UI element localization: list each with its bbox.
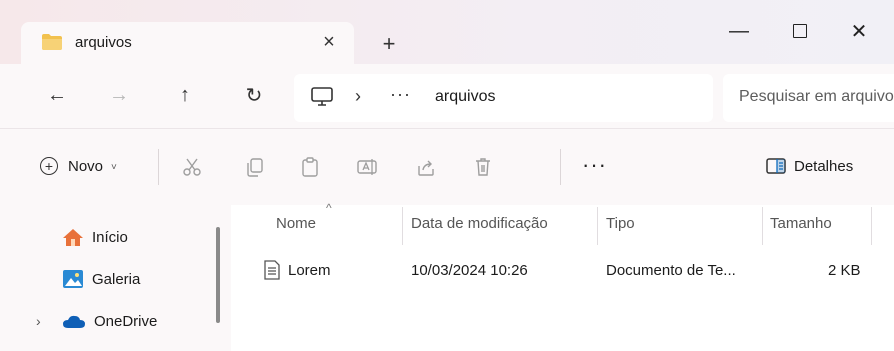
- maximize-button[interactable]: [777, 14, 823, 48]
- rename-button[interactable]: [355, 155, 379, 179]
- cut-button[interactable]: [180, 155, 204, 179]
- refresh-button[interactable]: ↻: [237, 78, 271, 112]
- details-pane-icon: [766, 158, 786, 174]
- share-button[interactable]: [414, 155, 438, 179]
- breadcrumb-current-folder[interactable]: arquivos: [435, 88, 495, 106]
- column-header-size[interactable]: Tamanho: [770, 215, 832, 232]
- scissors-icon: [183, 158, 201, 176]
- column-header-date-modified[interactable]: Data de modificação: [411, 215, 548, 232]
- tab-close-button[interactable]: ×: [315, 28, 343, 56]
- up-button[interactable]: ↑: [168, 78, 202, 112]
- details-pane-button[interactable]: Detalhes: [766, 157, 853, 175]
- maximize-icon: [793, 24, 807, 38]
- toolbar-divider: [158, 149, 159, 185]
- sidebar-item-label: OneDrive: [94, 313, 158, 330]
- onedrive-icon: [63, 315, 85, 328]
- share-icon: [418, 160, 434, 176]
- file-name: Lorem: [288, 262, 331, 279]
- computer-icon: [310, 86, 334, 108]
- column-divider[interactable]: [402, 207, 403, 245]
- copy-button[interactable]: [243, 155, 267, 179]
- details-label: Detalhes: [794, 157, 854, 175]
- address-bar[interactable]: › ··· arquivos: [294, 74, 713, 122]
- gallery-icon: [63, 270, 83, 288]
- navigation-pane-scrollbar[interactable]: [216, 227, 220, 323]
- column-divider[interactable]: [597, 207, 598, 245]
- sort-ascending-icon: ^: [326, 201, 332, 215]
- toolbar-divider: [560, 149, 561, 185]
- home-icon: [63, 229, 83, 246]
- paste-button[interactable]: [298, 155, 322, 179]
- file-row[interactable]: Lorem 10/03/2024 10:26 Documento de Te..…: [258, 257, 878, 283]
- sidebar-item-label: Galeria: [92, 270, 141, 288]
- search-placeholder: Pesquisar em arquivos: [739, 88, 894, 105]
- breadcrumb-overflow-button[interactable]: ···: [390, 84, 411, 105]
- navigation-pane: Início Galeria › OneDrive: [0, 205, 231, 351]
- new-tab-button[interactable]: +: [375, 30, 403, 58]
- column-divider[interactable]: [871, 207, 872, 245]
- sidebar-item-onedrive[interactable]: › OneDrive: [36, 313, 158, 330]
- breadcrumb-separator[interactable]: ›: [355, 86, 361, 107]
- command-toolbar: + Novo ˅ ··· Detalhes: [0, 128, 894, 206]
- text-document-icon: [264, 260, 280, 285]
- file-type: Documento de Te...: [606, 262, 736, 279]
- clipboard-icon: [302, 157, 318, 177]
- sidebar-item-inicio[interactable]: Início: [62, 227, 128, 247]
- column-header-type[interactable]: Tipo: [606, 215, 635, 232]
- new-button[interactable]: + Novo ˅: [40, 157, 117, 175]
- tab-title: arquivos: [75, 34, 132, 51]
- close-window-button[interactable]: ✕: [836, 14, 882, 48]
- file-date-modified: 10/03/2024 10:26: [411, 262, 528, 279]
- chevron-down-icon: ˅: [111, 161, 117, 173]
- tab-arquivos[interactable]: arquivos ×: [21, 22, 354, 64]
- folder-icon: [41, 33, 63, 51]
- trash-icon: [476, 158, 490, 176]
- more-options-button[interactable]: ···: [582, 152, 607, 178]
- column-header-name[interactable]: Nome: [276, 215, 316, 232]
- sidebar-item-galeria[interactable]: Galeria: [62, 269, 140, 289]
- plus-circle-icon: +: [40, 157, 58, 175]
- expand-chevron-icon[interactable]: ›: [36, 313, 41, 329]
- sidebar-item-label: Início: [92, 228, 128, 246]
- back-button[interactable]: ←: [40, 78, 74, 112]
- title-bar: arquivos × + — ✕: [0, 0, 894, 64]
- copy-icon: [247, 158, 263, 177]
- search-box[interactable]: Pesquisar em arquivos: [723, 74, 894, 122]
- delete-button[interactable]: [471, 155, 495, 179]
- file-explorer-window: arquivos × + — ✕ ← → ↑ ↻ › ··· arquivos …: [0, 0, 894, 351]
- file-size: 2 KB: [828, 262, 861, 279]
- content-area: Início Galeria › OneDrive ^ Nome Data de…: [0, 201, 894, 351]
- minimize-button[interactable]: —: [716, 14, 762, 48]
- rename-icon: [357, 159, 377, 175]
- forward-button[interactable]: →: [102, 78, 136, 112]
- column-divider[interactable]: [762, 207, 763, 245]
- new-button-label: Novo: [68, 157, 104, 175]
